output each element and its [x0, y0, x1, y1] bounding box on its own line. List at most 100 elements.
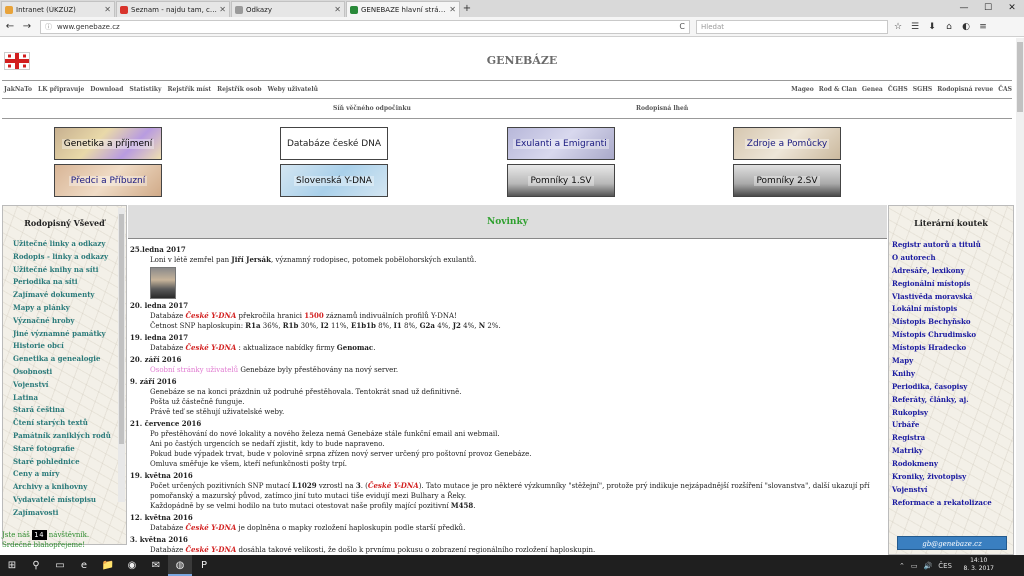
right-sidebar-item[interactable]: Rodokmeny — [892, 458, 1013, 471]
forward-icon[interactable]: → — [20, 20, 34, 34]
left-sidebar-item[interactable]: Čtení starých textů — [13, 417, 126, 430]
new-tab-button[interactable]: + — [460, 1, 474, 17]
url-text[interactable]: www.genebaze.cz — [57, 23, 120, 31]
browser-tab[interactable]: Intranet (ÚKZÚZ) ✕ — [1, 1, 115, 17]
email-link[interactable]: gb@genebaze.cz — [897, 536, 1007, 550]
left-sidebar-item[interactable]: Stará čeština — [13, 404, 126, 417]
subnav-link-sin[interactable]: Síň věčného odpočinku — [333, 105, 411, 112]
left-sidebar-item[interactable]: Rodopis - linky a odkazy — [13, 251, 126, 264]
right-sidebar-item[interactable]: Vlastivěda moravská — [892, 291, 1013, 304]
left-sidebar-item[interactable]: Zajímavosti — [13, 507, 126, 520]
right-sidebar-item[interactable]: O autorech — [892, 252, 1013, 265]
back-icon[interactable]: ← — [3, 20, 17, 34]
tab-close-icon[interactable]: ✕ — [219, 5, 226, 14]
right-sidebar-item[interactable]: Místopis Hradecko — [892, 342, 1013, 355]
left-sidebar-item[interactable]: Latina — [13, 392, 126, 405]
tray-item[interactable]: ČES — [938, 562, 952, 570]
scrollbar-thumb[interactable] — [1017, 42, 1023, 112]
left-sidebar-item[interactable]: Periodika na síti — [13, 276, 126, 289]
scrollbar-thumb[interactable] — [119, 214, 124, 444]
close-window-button[interactable]: ✕ — [1000, 0, 1024, 17]
edge-icon[interactable]: e — [72, 555, 96, 576]
topnav-link[interactable]: Statistiky — [129, 86, 161, 93]
library-icon[interactable]: ☰ — [908, 20, 922, 34]
left-sidebar-item[interactable]: Archivy a knihovny — [13, 481, 126, 494]
right-sidebar-item[interactable]: Referáty, články, aj. — [892, 394, 1013, 407]
minimize-button[interactable]: — — [952, 0, 976, 17]
left-sidebar-item[interactable]: Vydavatelé místopisu — [13, 494, 126, 507]
right-sidebar-item[interactable]: Adresáře, lexikony — [892, 265, 1013, 278]
right-sidebar-item[interactable]: Vojenství — [892, 484, 1013, 497]
right-sidebar-item[interactable]: Urbáře — [892, 419, 1013, 432]
left-sidebar-item[interactable]: Mapy a plánky — [13, 302, 126, 315]
left-sidebar-scrollbar[interactable] — [118, 208, 125, 502]
left-sidebar-item[interactable]: Význačné hroby — [13, 315, 126, 328]
banner-exulanti[interactable]: Exulanti a Emigranti — [507, 127, 615, 160]
topnav-link[interactable]: Mageo — [791, 86, 814, 93]
banner-pomniky-1sv[interactable]: Pomníky 1.SV — [507, 164, 615, 197]
outlook-icon[interactable]: ✉ — [144, 555, 168, 576]
clock[interactable]: 14:10 8. 3. 2017 — [963, 557, 994, 573]
browser-tab[interactable]: GENEBAZE hlavní stránka ✕ — [346, 1, 460, 17]
right-sidebar-item[interactable]: Rukopisy — [892, 407, 1013, 420]
right-sidebar-item[interactable]: Místopis Bechyňsko — [892, 316, 1013, 329]
left-sidebar-item[interactable]: Užitečné linky a odkazy — [13, 238, 126, 251]
chrome-icon[interactable]: ◉ — [120, 555, 144, 576]
topnav-link[interactable]: Rodopisná revue — [937, 86, 993, 93]
right-sidebar-item[interactable]: Matriky — [892, 445, 1013, 458]
left-sidebar-item[interactable]: Genetika a genealogie — [13, 353, 126, 366]
banner-slovenska-dna[interactable]: Slovenská Y-DNA — [280, 164, 388, 197]
search-input[interactable]: Hledat — [696, 19, 888, 34]
download-icon[interactable]: ⬇ — [925, 20, 939, 34]
topnav-link[interactable]: Weby uživatelů — [268, 86, 319, 93]
left-sidebar-item[interactable]: Památník zaniklých rodů — [13, 430, 126, 443]
topnav-link[interactable]: ČAS — [998, 86, 1012, 93]
left-sidebar-item[interactable]: Užitečné knihy na síti — [13, 264, 126, 277]
right-sidebar-item[interactable]: Periodika, časopisy — [892, 381, 1013, 394]
topnav-link[interactable]: ČGHS — [888, 86, 908, 93]
right-sidebar-item[interactable]: Mapy — [892, 355, 1013, 368]
banner-predci[interactable]: Předci a Příbuzní — [54, 164, 162, 197]
browser-tab[interactable]: Odkazy ✕ — [231, 1, 345, 17]
ydna-link[interactable]: České Y-DNA — [185, 311, 236, 320]
tab-close-icon[interactable]: ✕ — [449, 5, 456, 14]
tab-close-icon[interactable]: ✕ — [334, 5, 341, 14]
left-sidebar-item[interactable]: Ceny a míry — [13, 468, 126, 481]
browser-tab[interactable]: Seznam - najdu tam, co n...✕ — [116, 1, 230, 17]
topnav-link[interactable]: LK připravuje — [38, 86, 84, 93]
firefox-icon[interactable]: ◍ — [168, 555, 192, 576]
site-info-icon[interactable]: ⓘ — [45, 22, 52, 32]
right-sidebar-item[interactable]: Registra — [892, 432, 1013, 445]
topnav-link[interactable]: Genea — [862, 86, 883, 93]
left-sidebar-item[interactable]: Staré pohlednice — [13, 456, 126, 469]
tray-item[interactable]: ⌃ — [899, 562, 905, 570]
tray-item[interactable]: 🔊 — [924, 562, 933, 570]
right-sidebar-item[interactable]: Lokální místopis — [892, 303, 1013, 316]
right-sidebar-item[interactable]: Reformace a rekatolizace — [892, 497, 1013, 510]
left-sidebar-item[interactable]: Jiné významné památky — [13, 328, 126, 341]
banner-pomniky-2sv[interactable]: Pomníky 2.SV — [733, 164, 841, 197]
right-sidebar-item[interactable]: Registr autorů a titulů — [892, 239, 1013, 252]
windows-icon[interactable]: ⊞ — [0, 555, 24, 576]
explorer-icon[interactable]: 📁 — [96, 555, 120, 576]
menu-icon[interactable]: ≡ — [976, 20, 990, 34]
user-pages-link[interactable]: Osobní stránky uživatelů — [150, 366, 238, 374]
ydna-link[interactable]: České Y-DNA — [185, 545, 236, 554]
topnav-link[interactable]: Download — [90, 86, 123, 93]
bookmark-star-icon[interactable]: ☆ — [891, 20, 905, 34]
left-sidebar-item[interactable]: Vojenství — [13, 379, 126, 392]
right-sidebar-item[interactable]: Regionální místopis — [892, 278, 1013, 291]
pocket-icon[interactable]: ◐ — [959, 20, 973, 34]
right-sidebar-item[interactable]: Místopis Chrudimsko — [892, 329, 1013, 342]
page-scrollbar[interactable] — [1016, 38, 1024, 555]
left-sidebar-item[interactable]: Historie obcí — [13, 340, 126, 353]
ydna-link[interactable]: České Y-DNA — [185, 523, 236, 532]
ydna-link[interactable]: České Y-DNA — [185, 343, 236, 352]
tab-close-icon[interactable]: ✕ — [104, 5, 111, 14]
subnav-link-lhen[interactable]: Rodopisná lheň — [636, 105, 688, 112]
right-sidebar-item[interactable]: Kroniky, životopisy — [892, 471, 1013, 484]
left-sidebar-item[interactable]: Zajímavé dokumenty — [13, 289, 126, 302]
left-sidebar-item[interactable]: Staré fotografie — [13, 443, 126, 456]
maximize-button[interactable]: ☐ — [976, 0, 1000, 17]
powerpoint-icon[interactable]: P — [192, 555, 216, 576]
